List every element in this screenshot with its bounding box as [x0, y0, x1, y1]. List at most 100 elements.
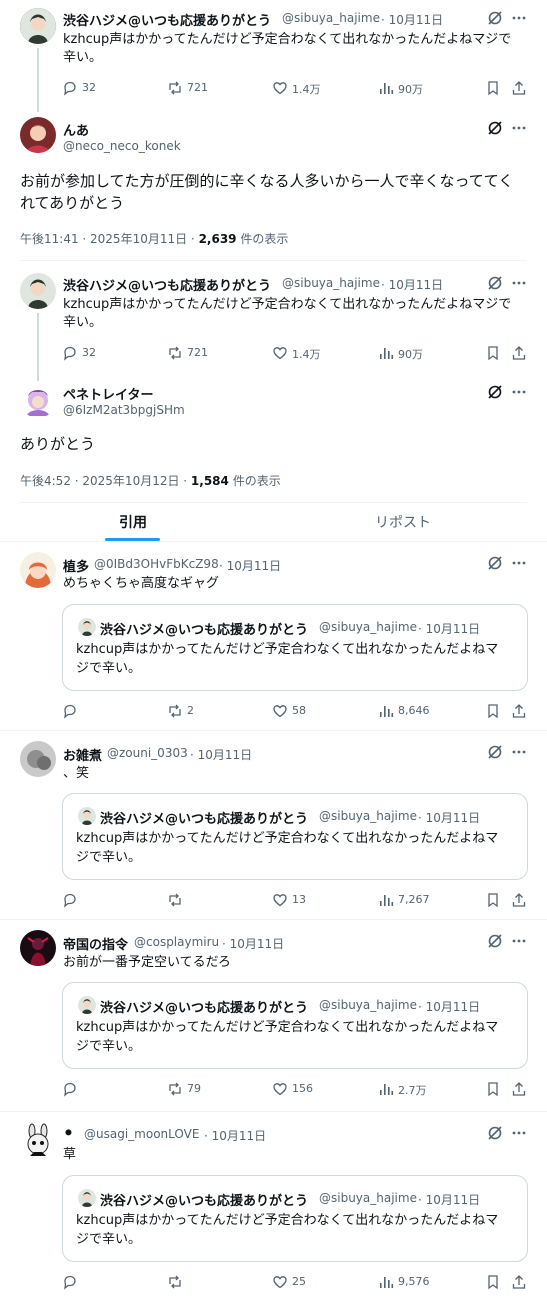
reply-icon[interactable] [62, 892, 78, 908]
author-name[interactable]: 植多 [63, 556, 89, 575]
like-icon[interactable] [272, 892, 288, 908]
repost-icon[interactable] [167, 1081, 183, 1097]
repost-count: 721 [187, 81, 208, 94]
author-handle[interactable]: @cosplaymiru [134, 935, 219, 949]
post-date[interactable]: · 10月11日 [222, 935, 284, 952]
bookmark-icon[interactable] [485, 703, 501, 719]
divider [20, 260, 527, 261]
author-name[interactable]: 帝国の指令 [63, 934, 128, 953]
reply-icon[interactable] [62, 345, 78, 361]
grok-icon[interactable] [487, 744, 503, 760]
author-name[interactable]: お雑煮 [63, 745, 102, 764]
timestamp-text[interactable]: 午後4:52 · 2025年10月12日 · [20, 474, 191, 488]
bookmark-icon[interactable] [485, 892, 501, 908]
share-icon[interactable] [511, 892, 527, 908]
author-handle[interactable]: @usagi_moonLOVE [84, 1127, 199, 1141]
author-handle[interactable]: @sibuya_hajime [282, 11, 380, 25]
repost-icon[interactable] [167, 892, 183, 908]
share-icon[interactable] [511, 1081, 527, 1097]
grok-icon[interactable] [487, 933, 503, 949]
avatar[interactable] [20, 273, 56, 309]
share-icon[interactable] [511, 703, 527, 719]
reply-icon[interactable] [62, 1274, 78, 1290]
quote-author-name: 渋谷ハジメ@いつも応援ありがとう [100, 1194, 309, 1209]
grok-icon[interactable] [487, 10, 503, 26]
like-count: 156 [292, 1082, 313, 1095]
reply-icon[interactable] [62, 703, 78, 719]
quote-text: kzhcup声はかかってたんだけど予定合わなくて出れなかったんだよねマ [76, 642, 499, 657]
author-name[interactable]: ペネトレイター [63, 384, 153, 403]
reply-icon[interactable] [62, 1081, 78, 1097]
author-handle[interactable]: @0IBd3OHvFbKcZ98 [94, 557, 219, 571]
more-icon[interactable] [511, 120, 527, 136]
embedded-quote-card[interactable]: 渋谷ハジメ@いつも応援ありがとう @sibuya_hajime · 10月11日… [62, 604, 528, 691]
more-icon[interactable] [511, 384, 527, 400]
like-icon[interactable] [272, 1274, 288, 1290]
avatar[interactable] [20, 1122, 56, 1158]
author-handle[interactable]: @6IzM2at3bpgjSHm [63, 403, 185, 417]
grok-icon[interactable] [487, 1125, 503, 1141]
author-handle[interactable]: @neco_neco_konek [63, 139, 181, 153]
bookmark-icon[interactable] [485, 345, 501, 361]
avatar[interactable] [20, 741, 56, 777]
post-date[interactable]: · 10月11日 [381, 276, 443, 293]
embedded-quote-card[interactable]: 渋谷ハジメ@いつも応援ありがとう @sibuya_hajime · 10月11日… [62, 1175, 528, 1262]
repost-icon[interactable] [167, 703, 183, 719]
like-icon[interactable] [272, 703, 288, 719]
views-icon[interactable] [378, 80, 394, 96]
views-icon[interactable] [378, 892, 394, 908]
avatar[interactable] [20, 382, 56, 418]
avatar[interactable] [20, 8, 56, 44]
views-icon[interactable] [378, 1081, 394, 1097]
reply-count: 32 [82, 81, 96, 94]
grok-icon[interactable] [487, 555, 503, 571]
author-handle[interactable]: @sibuya_hajime [282, 276, 380, 290]
more-icon[interactable] [511, 555, 527, 571]
grok-icon[interactable] [487, 384, 503, 400]
like-icon[interactable] [272, 1081, 288, 1097]
author-name[interactable]: 渋谷ハジメ@いつも応援ありがとう [63, 10, 271, 29]
author-handle[interactable]: @zouni_0303 [107, 746, 188, 760]
avatar [78, 807, 96, 825]
view-count: 90万 [398, 83, 423, 96]
avatar[interactable] [20, 552, 56, 588]
repost-icon[interactable] [167, 345, 183, 361]
bookmark-icon[interactable] [485, 1274, 501, 1290]
embedded-quote-card[interactable]: 渋谷ハジメ@いつも応援ありがとう @sibuya_hajime · 10月11日… [62, 793, 528, 880]
like-icon[interactable] [272, 345, 288, 361]
repost-icon[interactable] [167, 80, 183, 96]
share-icon[interactable] [511, 80, 527, 96]
author-name[interactable]: んあ [63, 120, 89, 139]
repost-icon[interactable] [167, 1274, 183, 1290]
views-icon[interactable] [378, 703, 394, 719]
more-icon[interactable] [511, 1125, 527, 1141]
post-date[interactable]: · 10月11日 [381, 11, 443, 28]
bookmark-icon[interactable] [485, 1081, 501, 1097]
grok-icon[interactable] [487, 120, 503, 136]
tab-quotes[interactable]: 引用 [0, 503, 265, 541]
views-icon[interactable] [378, 1274, 394, 1290]
reply-icon[interactable] [62, 80, 78, 96]
post-date[interactable]: · 10月11日 [190, 746, 252, 763]
avatar[interactable] [20, 930, 56, 966]
more-icon[interactable] [511, 10, 527, 26]
views-icon[interactable] [378, 345, 394, 361]
grok-icon[interactable] [487, 275, 503, 291]
quote-author-handle: @sibuya_hajime [319, 1191, 417, 1205]
quote-text-cont: ジで辛い。 [76, 1039, 142, 1054]
more-icon[interactable] [511, 744, 527, 760]
share-icon[interactable] [511, 1274, 527, 1290]
like-icon[interactable] [272, 80, 288, 96]
post-date[interactable]: · 10月11日 [219, 557, 281, 574]
bookmark-icon[interactable] [485, 80, 501, 96]
more-icon[interactable] [511, 933, 527, 949]
tab-reposts[interactable]: リポスト [265, 503, 530, 541]
avatar[interactable] [20, 117, 56, 153]
author-name[interactable]: 渋谷ハジメ@いつも応援ありがとう [63, 275, 271, 294]
more-icon[interactable] [511, 275, 527, 291]
post-date[interactable]: · 10月11日 [204, 1127, 266, 1144]
embedded-quote-card[interactable]: 渋谷ハジメ@いつも応援ありがとう @sibuya_hajime · 10月11日… [62, 982, 528, 1069]
share-icon[interactable] [511, 345, 527, 361]
author-name[interactable]: ⚫ [63, 1126, 74, 1141]
timestamp-text[interactable]: 午後11:41 · 2025年10月11日 · [20, 232, 199, 246]
